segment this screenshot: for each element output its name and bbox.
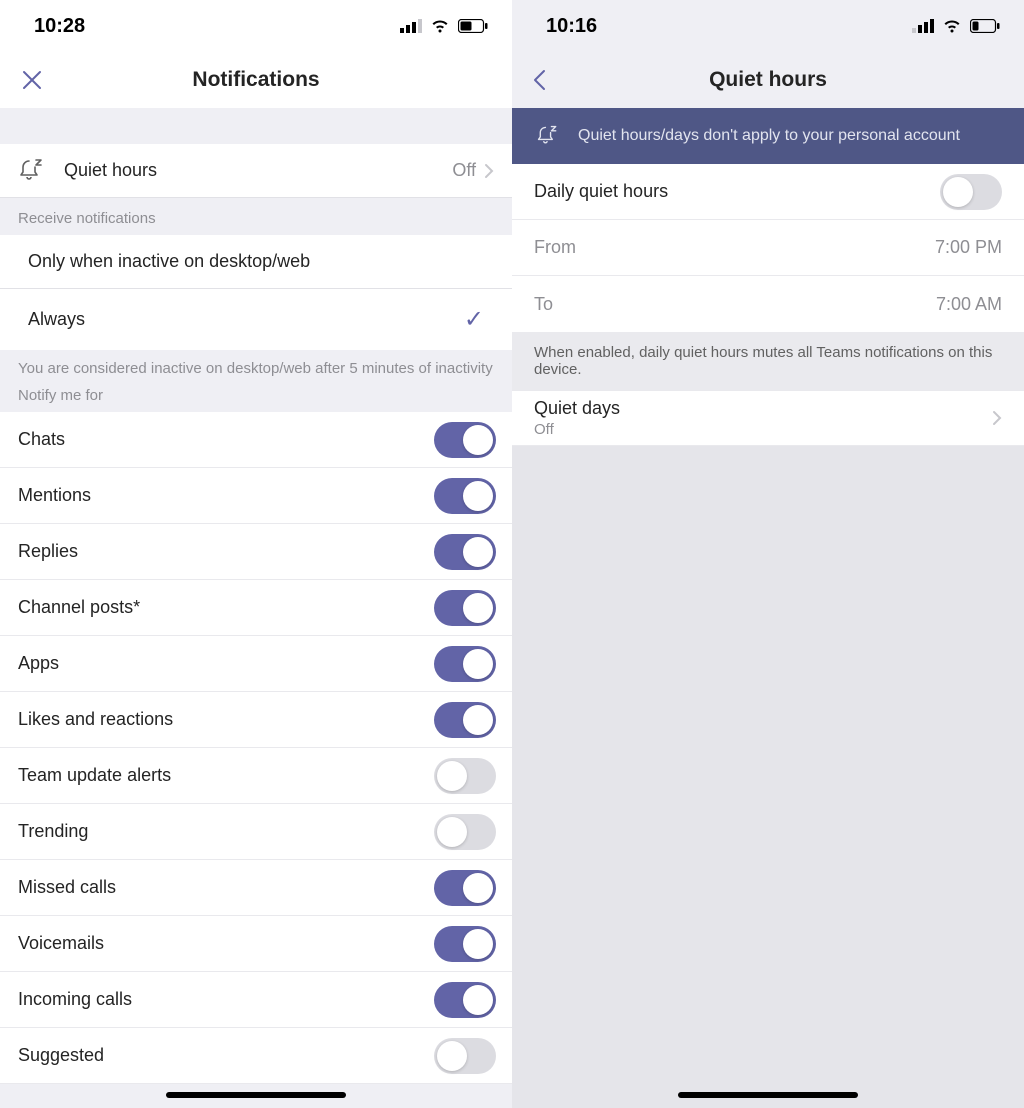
to-value: 7:00 AM	[936, 294, 1002, 315]
wifi-icon	[430, 19, 450, 33]
toggle-row-chats: Chats	[0, 412, 512, 468]
toggle-suggested[interactable]	[434, 1038, 496, 1074]
bell-snooze-icon	[18, 157, 46, 185]
status-bar-right: 10:16	[512, 0, 1024, 52]
toggle-trending[interactable]	[434, 814, 496, 850]
toggle-label: Voicemails	[18, 933, 434, 954]
toggle-label: Missed calls	[18, 877, 434, 898]
quiet-hours-screen: 10:16 Quiet hours Quiet hours/days don't…	[512, 0, 1024, 1108]
toggle-label: Mentions	[18, 485, 434, 506]
from-value: 7:00 PM	[935, 237, 1002, 258]
bell-snooze-icon	[536, 124, 560, 148]
toggle-row-team-updates: Team update alerts	[0, 748, 512, 804]
toggle-label: Apps	[18, 653, 434, 674]
status-bar-left: 10:28	[0, 0, 512, 52]
notify-toggle-list: Chats Mentions Replies Channel posts* Ap…	[0, 412, 512, 1084]
battery-icon	[458, 19, 488, 33]
from-label: From	[534, 237, 935, 258]
toggle-voicemails[interactable]	[434, 926, 496, 962]
toggle-label: Trending	[18, 821, 434, 842]
status-time: 10:28	[34, 15, 85, 38]
notify-header: Notify me for	[0, 383, 512, 412]
toggle-likes[interactable]	[434, 702, 496, 738]
toggle-row-likes: Likes and reactions	[0, 692, 512, 748]
toggle-incoming-calls[interactable]	[434, 982, 496, 1018]
wifi-icon	[942, 19, 962, 33]
receive-header: Receive notifications	[0, 198, 512, 235]
toggle-row-incoming-calls: Incoming calls	[0, 972, 512, 1028]
toggle-missed-calls[interactable]	[434, 870, 496, 906]
toggle-label: Suggested	[18, 1045, 434, 1066]
toggle-label: Channel posts*	[18, 597, 434, 618]
option-inactive-label: Only when inactive on desktop/web	[28, 251, 484, 272]
battery-icon	[970, 19, 1000, 33]
toggle-row-suggested: Suggested	[0, 1028, 512, 1084]
close-icon[interactable]	[20, 68, 44, 92]
daily-footer: When enabled, daily quiet hours mutes al…	[512, 332, 1024, 390]
toggle-row-voicemails: Voicemails	[0, 916, 512, 972]
check-icon: ✓	[464, 305, 484, 334]
quiet-hours-value: Off	[452, 160, 476, 181]
toggle-replies[interactable]	[434, 534, 496, 570]
toggle-row-mentions: Mentions	[0, 468, 512, 524]
status-icons	[400, 19, 488, 33]
daily-quiet-label: Daily quiet hours	[534, 181, 940, 202]
toggle-team-updates[interactable]	[434, 758, 496, 794]
page-title: Quiet hours	[512, 68, 1024, 92]
chevron-right-icon	[484, 163, 494, 179]
toggle-label: Replies	[18, 541, 434, 562]
to-label: To	[534, 294, 936, 315]
status-time: 10:16	[546, 15, 597, 38]
daily-quiet-row: Daily quiet hours	[512, 164, 1024, 220]
toggle-row-missed-calls: Missed calls	[0, 860, 512, 916]
banner-text: Quiet hours/days don't apply to your per…	[578, 127, 960, 145]
toggle-daily-quiet[interactable]	[940, 174, 1002, 210]
chevron-right-icon	[992, 410, 1002, 426]
quiet-hours-row[interactable]: Quiet hours Off	[0, 144, 512, 198]
toggle-mentions[interactable]	[434, 478, 496, 514]
toggle-row-replies: Replies	[0, 524, 512, 580]
page-title: Notifications	[0, 68, 512, 92]
nav-bar-left: Notifications	[0, 52, 512, 108]
spacer	[0, 108, 512, 144]
toggle-label: Incoming calls	[18, 989, 434, 1010]
option-inactive[interactable]: Only when inactive on desktop/web	[0, 235, 512, 289]
option-always[interactable]: Always ✓	[0, 289, 512, 350]
toggle-label: Chats	[18, 429, 434, 450]
nav-bar-right: Quiet hours	[512, 52, 1024, 108]
quiet-days-value: Off	[534, 421, 992, 438]
to-row[interactable]: To 7:00 AM	[512, 276, 1024, 332]
daily-quiet-section: Daily quiet hours From 7:00 PM To 7:00 A…	[512, 164, 1024, 332]
home-indicator[interactable]	[678, 1092, 858, 1098]
toggle-row-trending: Trending	[0, 804, 512, 860]
home-indicator[interactable]	[166, 1092, 346, 1098]
back-icon[interactable]	[532, 68, 548, 92]
toggle-apps[interactable]	[434, 646, 496, 682]
quiet-days-row[interactable]: Quiet days Off	[512, 390, 1024, 446]
cellular-icon	[912, 19, 934, 33]
toggle-label: Likes and reactions	[18, 709, 434, 730]
toggle-channel-posts[interactable]	[434, 590, 496, 626]
notifications-screen: 10:28 Notifications Quiet hours Off Rece…	[0, 0, 512, 1108]
toggle-row-channel-posts: Channel posts*	[0, 580, 512, 636]
status-icons	[912, 19, 1000, 33]
toggle-chats[interactable]	[434, 422, 496, 458]
cellular-icon	[400, 19, 422, 33]
info-banner: Quiet hours/days don't apply to your per…	[512, 108, 1024, 164]
quiet-days-label: Quiet days	[534, 398, 992, 419]
inactive-note: You are considered inactive on desktop/w…	[0, 350, 512, 383]
option-always-label: Always	[28, 309, 464, 330]
from-row[interactable]: From 7:00 PM	[512, 220, 1024, 276]
quiet-hours-label: Quiet hours	[64, 160, 452, 181]
toggle-label: Team update alerts	[18, 765, 434, 786]
toggle-row-apps: Apps	[0, 636, 512, 692]
